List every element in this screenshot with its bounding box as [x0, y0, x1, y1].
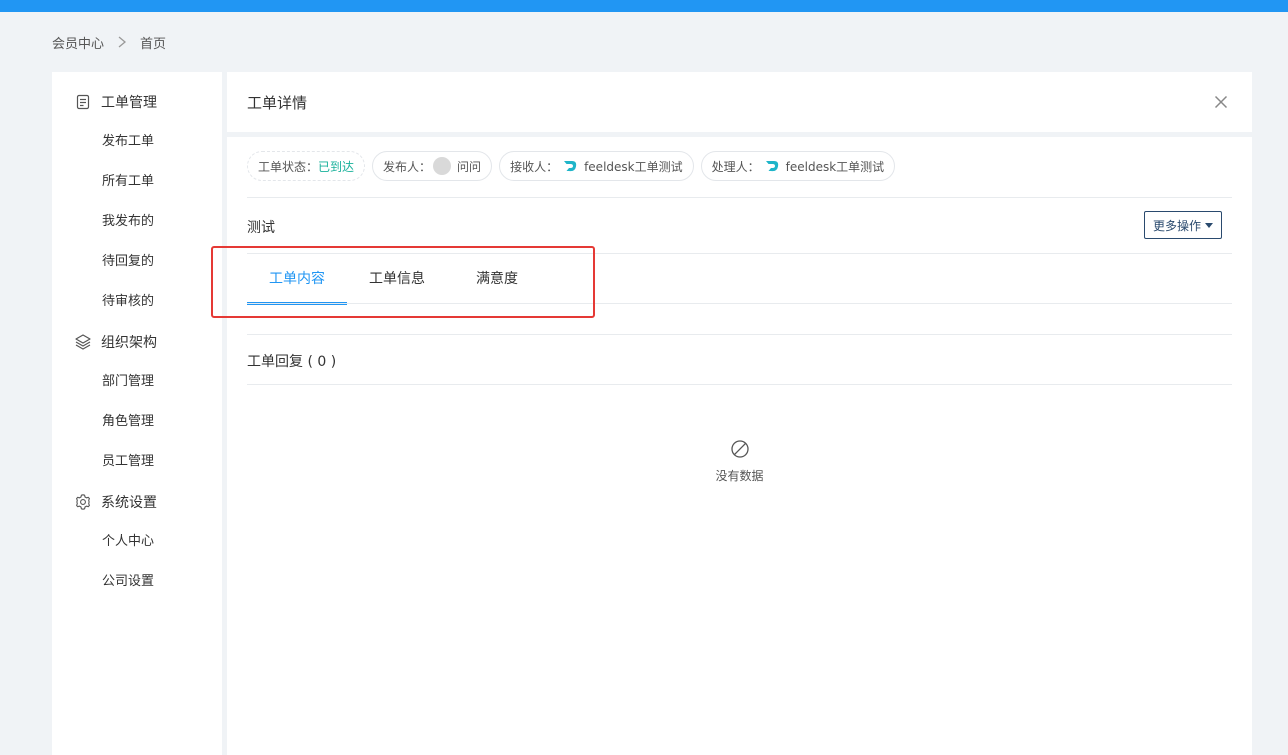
- sidebar-group-system-settings[interactable]: 系统设置: [52, 482, 222, 522]
- feeldesk-logo-icon: [564, 161, 577, 172]
- reply-section-title: 工单回复 ( 0 ): [247, 354, 337, 370]
- no-data-icon: [730, 440, 749, 458]
- empty-text: 没有数据: [715, 469, 764, 483]
- divider: [247, 197, 1232, 198]
- divider: [247, 384, 1232, 385]
- main-panel: 工单详情 工单状态： 已到达 发布人： 问问 接收人： feeldesk工单测试: [227, 72, 1252, 755]
- breadcrumb: 会员中心 首页: [52, 33, 167, 52]
- sidebar-item-departments[interactable]: 部门管理: [52, 362, 222, 402]
- sidebar-item-company-settings[interactable]: 公司设置: [52, 562, 222, 602]
- breadcrumb-current: 首页: [140, 36, 167, 52]
- receiver-label: 接收人：: [510, 159, 559, 174]
- gear-icon: [74, 493, 92, 511]
- receiver-value: feeldesk工单测试: [584, 159, 683, 174]
- sidebar-item-personal-center[interactable]: 个人中心: [52, 522, 222, 562]
- page-title: 工单详情: [247, 94, 308, 112]
- ticket-subject: 测试: [247, 220, 275, 236]
- tab-bar: 工单内容 工单信息 满意度: [247, 254, 547, 305]
- breadcrumb-root[interactable]: 会员中心: [52, 33, 104, 52]
- receiver-badge: 接收人： feeldesk工单测试: [499, 151, 694, 181]
- caret-down-icon: [1205, 222, 1213, 228]
- handler-value: feeldesk工单测试: [785, 159, 885, 174]
- sidebar-item-employees[interactable]: 员工管理: [52, 442, 222, 482]
- handler-badge: 处理人： feeldesk工单测试: [700, 151, 896, 181]
- layers-icon: [74, 333, 92, 351]
- tab-satisfaction[interactable]: 满意度: [447, 254, 547, 304]
- more-actions-button[interactable]: 更多操作: [1144, 211, 1222, 239]
- top-accent-bar: [0, 0, 1288, 12]
- close-icon[interactable]: [1212, 93, 1230, 111]
- sidebar-item-roles[interactable]: 角色管理: [52, 402, 222, 442]
- more-actions-label: 更多操作: [1152, 218, 1201, 233]
- empty-state: 没有数据: [227, 439, 1252, 484]
- handler-label: 处理人：: [711, 159, 760, 174]
- divider: [247, 303, 1232, 304]
- status-label: 工单状态：: [258, 159, 319, 174]
- sidebar-item-publish-ticket[interactable]: 发布工单: [52, 122, 222, 162]
- status-value: 已到达: [318, 159, 355, 174]
- chevron-right-icon: [118, 36, 127, 48]
- publisher-badge: 发布人： 问问: [372, 151, 493, 181]
- sidebar: 工单管理 发布工单 所有工单 我发布的 待回复的 待审核的 组织架构 部门管理 …: [52, 72, 222, 755]
- sidebar-group-label: 组织架构: [101, 335, 157, 351]
- tab-ticket-content[interactable]: 工单内容: [247, 254, 347, 305]
- status-badge: 工单状态： 已到达: [247, 151, 366, 181]
- sidebar-item-pending-reply[interactable]: 待回复的: [52, 242, 222, 282]
- publisher-value: 问问: [457, 159, 482, 174]
- sidebar-group-organization[interactable]: 组织架构: [52, 322, 222, 362]
- detail-body: 工单状态： 已到达 发布人： 问问 接收人： feeldesk工单测试 处理人：: [227, 137, 1252, 755]
- document-icon: [74, 93, 92, 111]
- publisher-label: 发布人：: [383, 159, 432, 174]
- ticket-meta: 工单状态： 已到达 发布人： 问问 接收人： feeldesk工单测试 处理人：: [247, 151, 902, 183]
- sidebar-item-pending-review[interactable]: 待审核的: [52, 282, 222, 322]
- detail-header: 工单详情: [227, 72, 1252, 132]
- sidebar-item-my-published[interactable]: 我发布的: [52, 202, 222, 242]
- avatar: [433, 157, 452, 175]
- sidebar-item-all-tickets[interactable]: 所有工单: [52, 162, 222, 202]
- sidebar-group-label: 系统设置: [101, 495, 157, 511]
- sidebar-group-label: 工单管理: [101, 95, 157, 111]
- divider: [247, 334, 1232, 335]
- tab-ticket-info[interactable]: 工单信息: [347, 254, 447, 304]
- sidebar-group-ticket-management[interactable]: 工单管理: [52, 82, 222, 122]
- feeldesk-logo-icon: [765, 161, 778, 172]
